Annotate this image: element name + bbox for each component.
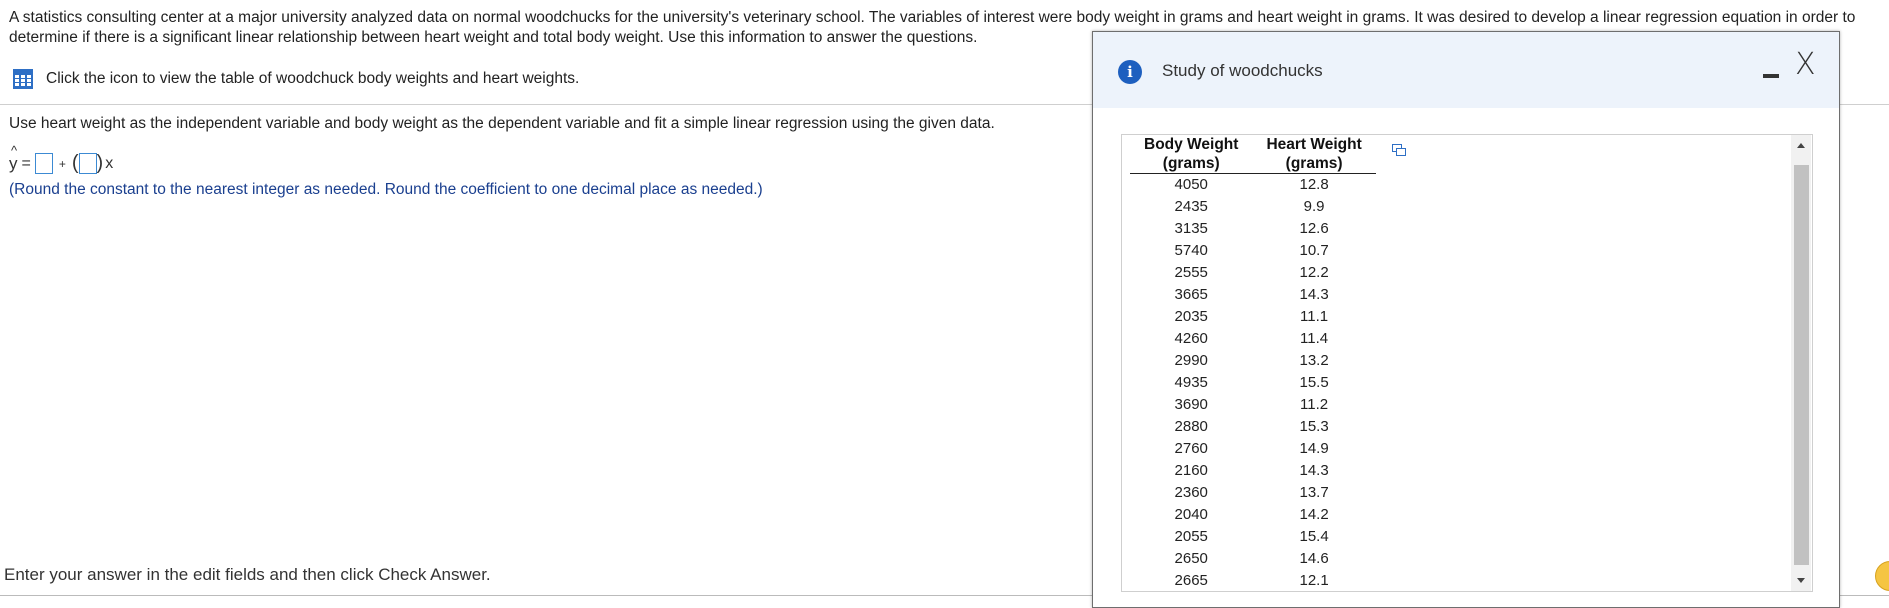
y-hat: ^ y: [9, 142, 18, 173]
table-row: 2650 14.6: [1130, 548, 1376, 570]
regression-equation: ^ y = + ( ) x: [9, 142, 114, 175]
copy-icon[interactable]: [1392, 144, 1406, 156]
body-weight-cell: 2035: [1174, 308, 1208, 325]
coefficient-input[interactable]: [78, 153, 97, 174]
heart-weight-cell: 11.1: [1300, 308, 1329, 325]
body-weight-cell: 2055: [1174, 528, 1208, 545]
heart-weight-cell: 11.4: [1300, 330, 1329, 347]
body-weight-cell: 4050: [1174, 176, 1208, 193]
heart-weight-cell: 12.1: [1299, 572, 1329, 589]
heart-weight-cell: 14.9: [1299, 440, 1329, 457]
scroll-down-icon[interactable]: [1797, 578, 1805, 583]
body-weight-cell: 5740: [1174, 242, 1208, 259]
table-body: 4050 12.8 2435 9.9 3135 12.6 5740 10.7 2555 12.2 3…: [1130, 174, 1376, 592]
view-table-link[interactable]: Click the icon to view the table of wood…: [13, 69, 579, 89]
table-row: 2760 14.9: [1130, 438, 1376, 460]
grid-table-icon[interactable]: [13, 69, 33, 89]
body-weight-cell: 2990: [1174, 352, 1208, 369]
heart-weight-cell: 15.5: [1299, 374, 1329, 391]
table-row: 3135 12.6: [1130, 218, 1376, 240]
data-dialog: i Study of woodchucks X Body Weight (gram…: [1092, 31, 1840, 608]
body-weight-cell: 4260: [1174, 330, 1208, 347]
body-weight-cell: 2760: [1174, 440, 1208, 457]
close-paren: ): [96, 152, 104, 174]
table-row: 2360 13.7: [1130, 482, 1376, 504]
vertical-scrollbar[interactable]: [1791, 135, 1811, 591]
heart-weight-cell: 9.9: [1303, 198, 1325, 215]
heart-weight-cell: 13.7: [1299, 484, 1329, 501]
heart-weight-cell: 12.8: [1299, 176, 1329, 193]
table-row: 5740 10.7: [1130, 240, 1376, 262]
plus-sign: +: [58, 156, 66, 171]
heart-weight-cell: 14.3: [1299, 286, 1329, 303]
heart-weight-cell: 14.3: [1299, 462, 1329, 479]
dialog-title: Study of woodchucks: [1162, 61, 1323, 80]
scroll-up-icon[interactable]: [1797, 143, 1805, 148]
table-row: 2035 11.1: [1130, 306, 1376, 328]
constant-input[interactable]: [34, 153, 53, 174]
table-row: 2435 9.9: [1130, 196, 1376, 218]
table-row: 2665 12.1: [1130, 570, 1376, 591]
table-row: 4050 12.8: [1130, 174, 1376, 197]
header-line: Body Weight: [1144, 136, 1239, 153]
table-header-row: Body Weight (grams) Heart Weight (grams): [1130, 135, 1376, 174]
open-paren: (: [71, 152, 79, 174]
body-weight-cell: 2555: [1174, 264, 1208, 281]
dialog-header: i Study of woodchucks X: [1093, 32, 1839, 108]
instruction-text: Use heart weight as the independent vari…: [9, 115, 995, 132]
view-table-label: Click the icon to view the table of wood…: [46, 70, 580, 87]
body-weight-cell: 2040: [1174, 506, 1208, 523]
heart-weight-cell: 13.2: [1299, 352, 1329, 369]
body-weight-cell: 3135: [1174, 220, 1208, 237]
equals-sign: =: [21, 154, 31, 172]
minimize-icon[interactable]: [1761, 62, 1781, 82]
woodchuck-table: Body Weight (grams) Heart Weight (grams) 40…: [1130, 135, 1376, 592]
header-heart-weight: Heart Weight (grams): [1252, 135, 1376, 174]
table-row: 2055 15.4: [1130, 526, 1376, 548]
body-weight-cell: 4935: [1174, 374, 1208, 391]
x-variable: x: [105, 154, 114, 172]
close-icon[interactable]: X: [1795, 50, 1816, 80]
scrollbar-thumb[interactable]: [1794, 165, 1809, 565]
heart-weight-cell: 10.7: [1299, 242, 1329, 259]
table-row: 2990 13.2: [1130, 350, 1376, 372]
body-weight-cell: 3665: [1174, 286, 1208, 303]
header-line: (grams): [1162, 155, 1220, 172]
info-icon: i: [1118, 60, 1142, 84]
heart-weight-cell: 12.2: [1299, 264, 1329, 281]
heart-weight-cell: 15.4: [1299, 528, 1329, 545]
table-row: 3665 14.3: [1130, 284, 1376, 306]
table-row: 2160 14.3: [1130, 460, 1376, 482]
rounding-note: (Round the constant to the nearest integ…: [9, 181, 763, 198]
footer-instruction: Enter your answer in the edit fields and…: [4, 565, 491, 584]
header-body-weight: Body Weight (grams): [1130, 135, 1253, 174]
body-weight-cell: 2360: [1174, 484, 1208, 501]
body-weight-cell: 2435: [1174, 198, 1208, 215]
header-line: (grams): [1285, 155, 1343, 172]
table-row: 4935 15.5: [1130, 372, 1376, 394]
feedback-icon[interactable]: [1875, 561, 1889, 591]
heart-weight-cell: 15.3: [1299, 418, 1329, 435]
heart-weight-cell: 14.6: [1299, 550, 1329, 567]
body-weight-cell: 3690: [1174, 396, 1208, 413]
body-weight-cell: 2160: [1174, 462, 1208, 479]
heart-weight-cell: 12.6: [1299, 220, 1329, 237]
body-weight-cell: 2665: [1174, 572, 1208, 589]
header-line: Heart Weight: [1266, 136, 1362, 153]
table-row: 2880 15.3: [1130, 416, 1376, 438]
body-weight-cell: 2880: [1174, 418, 1208, 435]
heart-weight-cell: 11.2: [1300, 396, 1329, 413]
table-row: 3690 11.2: [1130, 394, 1376, 416]
table-row: 2040 14.2: [1130, 504, 1376, 526]
table-frame: Body Weight (grams) Heart Weight (grams) 40…: [1121, 134, 1813, 592]
table-row: 2555 12.2: [1130, 262, 1376, 284]
heart-weight-cell: 14.2: [1299, 506, 1329, 523]
body-weight-cell: 2650: [1174, 550, 1208, 567]
table-row: 4260 11.4: [1130, 328, 1376, 350]
